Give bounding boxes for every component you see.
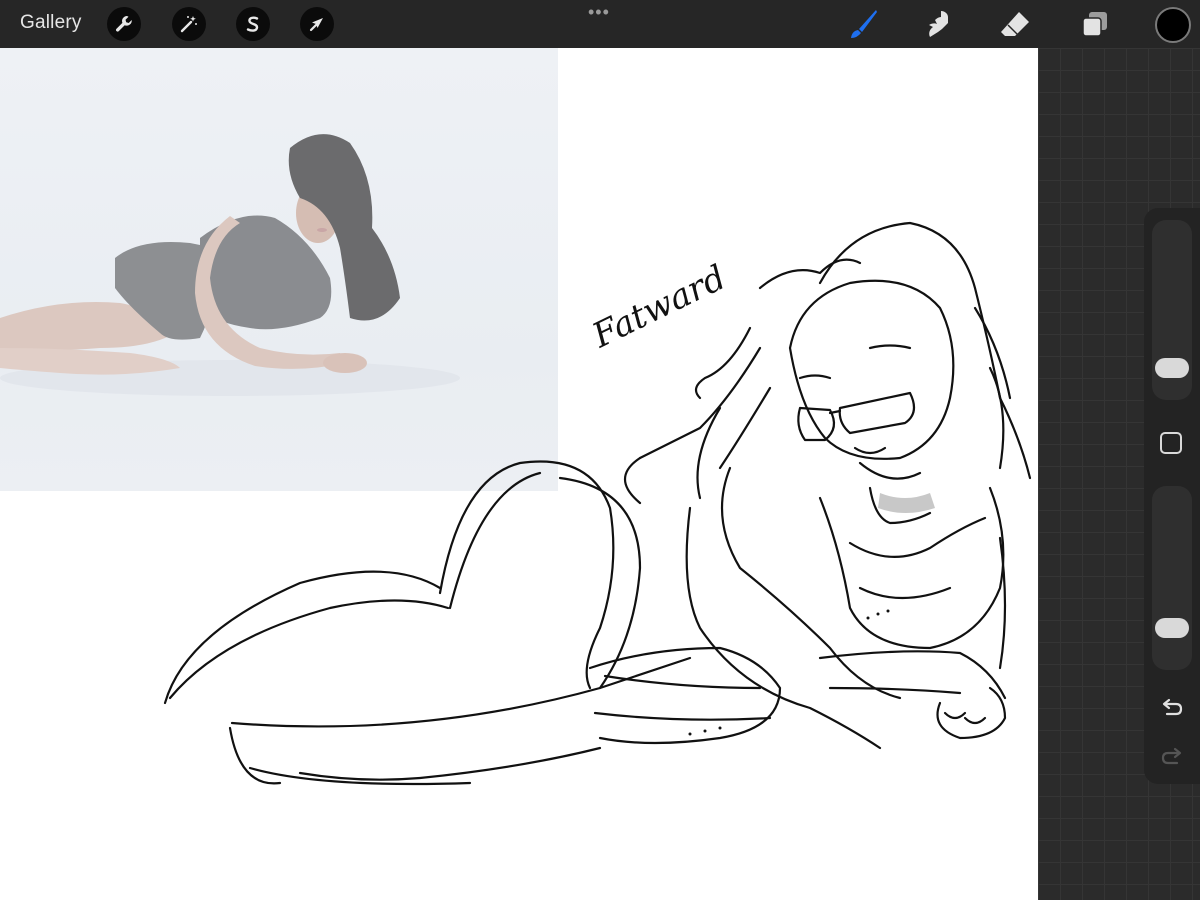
opacity-slider[interactable] bbox=[1152, 486, 1192, 670]
brush-icon[interactable] bbox=[845, 6, 881, 42]
top-toolbar: Gallery ••• bbox=[0, 0, 1200, 48]
layers-icon[interactable] bbox=[1077, 6, 1113, 42]
selection-s-icon[interactable] bbox=[236, 7, 270, 41]
opacity-slider-thumb[interactable] bbox=[1155, 618, 1189, 638]
smudge-icon[interactable] bbox=[920, 6, 956, 42]
transform-arrow-icon[interactable] bbox=[300, 7, 334, 41]
redo-icon[interactable] bbox=[1158, 744, 1186, 768]
gallery-button[interactable]: Gallery bbox=[20, 12, 82, 34]
wrench-icon[interactable] bbox=[107, 7, 141, 41]
magic-wand-icon[interactable] bbox=[172, 7, 206, 41]
sketch-layer: Fatward bbox=[163, 221, 1032, 786]
eraser-icon[interactable] bbox=[997, 6, 1033, 42]
brush-size-slider-thumb[interactable] bbox=[1155, 358, 1189, 378]
modify-button[interactable] bbox=[1160, 432, 1182, 454]
drawing-canvas[interactable]: Fatward bbox=[0, 48, 1038, 900]
sidebar bbox=[1144, 208, 1200, 784]
brush-size-slider[interactable] bbox=[1152, 220, 1192, 400]
color-picker-swatch[interactable] bbox=[1155, 7, 1191, 43]
more-options-handle[interactable]: ••• bbox=[588, 2, 610, 23]
sketch-handwritten-text: Fatward bbox=[586, 258, 733, 357]
undo-icon[interactable] bbox=[1158, 695, 1186, 719]
